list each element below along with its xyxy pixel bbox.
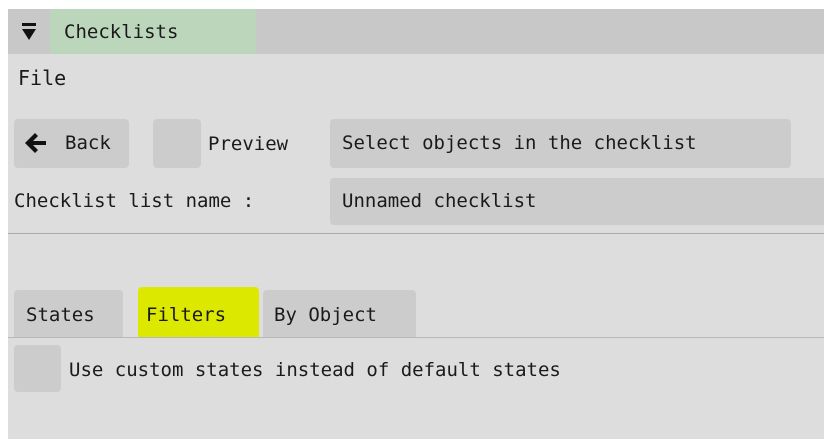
back-button[interactable]: Back [14, 119, 129, 168]
separator [8, 233, 824, 234]
preview-checkbox[interactable] [153, 119, 201, 168]
custom-states-checkbox[interactable] [14, 345, 61, 392]
select-objects-button[interactable]: Select objects in the checklist [330, 119, 791, 168]
tab-filters-label: Filters [146, 304, 227, 326]
triangle-down-icon [22, 22, 36, 40]
tab-by-object[interactable]: By Object [263, 290, 416, 338]
tab-filters[interactable]: Filters [138, 287, 259, 338]
custom-states-label: Use custom states instead of default sta… [69, 359, 561, 381]
checklist-name-input[interactable]: Unnamed checklist [330, 178, 824, 225]
preview-label: Preview [208, 133, 289, 155]
menu-file[interactable]: File [18, 66, 66, 90]
window-title: Checklists [64, 21, 179, 43]
collapse-button[interactable] [8, 9, 50, 54]
tab-states[interactable]: States [14, 290, 123, 338]
title-bar: Checklists [8, 9, 824, 54]
select-objects-label: Select objects in the checklist [342, 132, 697, 154]
window-title-tab[interactable]: Checklists [50, 9, 256, 54]
checklists-panel: Checklists File Back Preview Select obje… [8, 9, 824, 439]
checklist-name-label: Checklist list name : [14, 190, 255, 212]
checklist-name-value: Unnamed checklist [342, 190, 537, 212]
back-button-label: Back [65, 132, 111, 154]
tab-by-object-label: By Object [274, 304, 377, 326]
tab-states-label: States [26, 304, 95, 326]
tab-bar-divider [8, 337, 824, 338]
arrow-left-icon [25, 133, 46, 153]
